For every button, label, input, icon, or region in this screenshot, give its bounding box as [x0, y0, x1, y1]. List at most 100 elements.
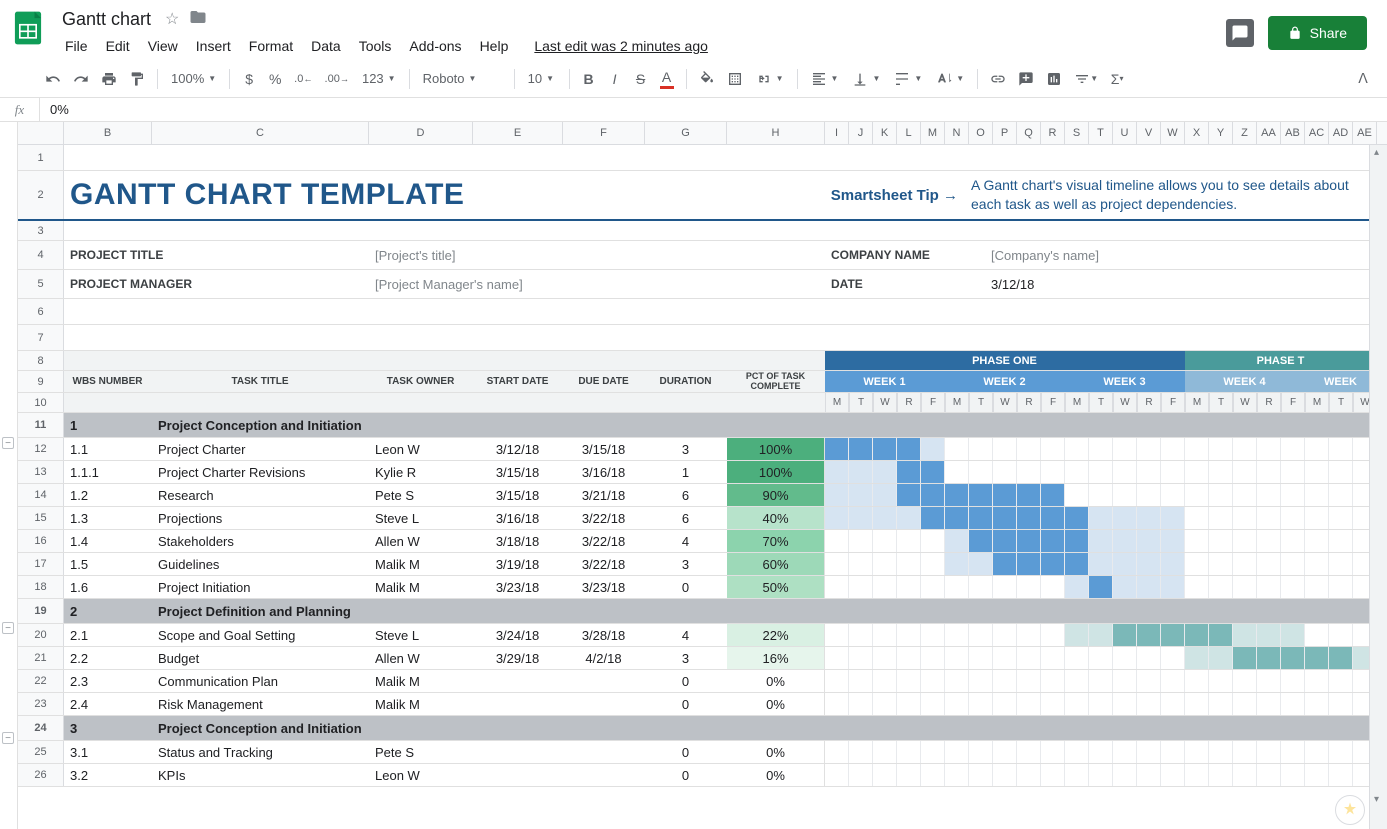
day-header[interactable]: M — [825, 393, 849, 412]
day-header[interactable]: T — [849, 393, 873, 412]
section-num[interactable]: 3 — [64, 716, 152, 740]
gantt-cell[interactable] — [945, 670, 969, 692]
gantt-cell[interactable] — [945, 693, 969, 715]
hdr-wbs[interactable]: WBS NUMBER — [64, 371, 152, 392]
gantt-cell[interactable] — [921, 624, 945, 646]
gantt-cell[interactable] — [1233, 461, 1257, 483]
day-header[interactable]: M — [945, 393, 969, 412]
gantt-cell[interactable] — [969, 670, 993, 692]
gantt-cell[interactable] — [1041, 461, 1065, 483]
wbs[interactable]: 1.5 — [64, 553, 152, 575]
gantt-cell[interactable] — [1329, 693, 1353, 715]
gantt-cell[interactable] — [1329, 507, 1353, 529]
gantt-cell[interactable] — [1305, 484, 1329, 506]
gantt-cell[interactable] — [1281, 647, 1305, 669]
gantt-cell[interactable] — [1161, 530, 1185, 552]
menu-format[interactable]: Format — [242, 34, 300, 58]
task-owner[interactable]: Leon W — [369, 764, 473, 786]
col-header-D[interactable]: D — [369, 122, 473, 144]
collapse-group-1[interactable]: − — [2, 437, 14, 449]
increase-decimal-button[interactable]: .00→ — [320, 69, 354, 89]
gantt-cell[interactable] — [1233, 530, 1257, 552]
gantt-cell[interactable] — [1233, 647, 1257, 669]
gantt-cell[interactable] — [1305, 438, 1329, 460]
tip-text-cell[interactable]: A Gantt chart's visual timeline allows y… — [965, 171, 1377, 219]
menu-file[interactable]: File — [58, 34, 95, 58]
gantt-cell[interactable] — [1305, 741, 1329, 763]
gantt-cell[interactable] — [1329, 484, 1353, 506]
col-header-AA[interactable]: AA — [1257, 122, 1281, 144]
percent-button[interactable]: % — [263, 67, 287, 91]
gantt-cell[interactable] — [1041, 484, 1065, 506]
gantt-cell[interactable] — [1281, 670, 1305, 692]
project-title-value[interactable]: [Project's title] — [369, 241, 825, 269]
task-title[interactable]: Status and Tracking — [152, 741, 369, 763]
gantt-cell[interactable] — [1041, 553, 1065, 575]
hdr-pct[interactable]: PCT OF TASK COMPLETE — [727, 371, 825, 392]
gantt-cell[interactable] — [1185, 764, 1209, 786]
gantt-cell[interactable] — [1017, 461, 1041, 483]
task-title[interactable]: Research — [152, 484, 369, 506]
gantt-cell[interactable] — [825, 576, 849, 598]
gantt-cell[interactable] — [825, 484, 849, 506]
gantt-cell[interactable] — [1113, 438, 1137, 460]
gantt-cell[interactable] — [1089, 647, 1113, 669]
gantt-cell[interactable] — [1017, 576, 1041, 598]
due-date[interactable] — [563, 741, 645, 763]
gantt-cell[interactable] — [1041, 438, 1065, 460]
gantt-cell[interactable] — [1329, 553, 1353, 575]
gantt-cell[interactable] — [1137, 624, 1161, 646]
bold-button[interactable]: B — [577, 67, 601, 91]
gantt-cell[interactable] — [1161, 693, 1185, 715]
gantt-cell[interactable] — [1329, 670, 1353, 692]
gantt-cell[interactable] — [1137, 484, 1161, 506]
gantt-cell[interactable] — [1209, 484, 1233, 506]
gantt-cell[interactable] — [921, 461, 945, 483]
gantt-cell[interactable] — [1113, 576, 1137, 598]
gantt-cell[interactable] — [1233, 624, 1257, 646]
fill-color-button[interactable] — [694, 67, 720, 91]
sheets-app-icon[interactable] — [8, 8, 48, 48]
col-header-S[interactable]: S — [1065, 122, 1089, 144]
gantt-cell[interactable] — [897, 741, 921, 763]
gantt-cell[interactable] — [921, 764, 945, 786]
col-header-U[interactable]: U — [1113, 122, 1137, 144]
gantt-cell[interactable] — [1209, 461, 1233, 483]
duration[interactable]: 0 — [645, 741, 727, 763]
wbs[interactable]: 1.1.1 — [64, 461, 152, 483]
fx-icon[interactable]: fx — [0, 98, 40, 121]
gantt-cell[interactable] — [1185, 484, 1209, 506]
gantt-cell[interactable] — [1113, 647, 1137, 669]
gantt-cell[interactable] — [945, 484, 969, 506]
gantt-cell[interactable] — [1185, 576, 1209, 598]
day-header[interactable]: R — [897, 393, 921, 412]
gantt-cell[interactable] — [849, 507, 873, 529]
start-date[interactable]: 3/15/18 — [473, 461, 563, 483]
due-date[interactable]: 3/28/18 — [563, 624, 645, 646]
gantt-cell[interactable] — [873, 438, 897, 460]
gantt-cell[interactable] — [1041, 576, 1065, 598]
gantt-cell[interactable] — [1089, 438, 1113, 460]
start-date[interactable]: 3/16/18 — [473, 507, 563, 529]
pct-complete[interactable]: 100% — [727, 438, 825, 460]
gantt-cell[interactable] — [873, 647, 897, 669]
day-header[interactable]: F — [1041, 393, 1065, 412]
gantt-cell[interactable] — [1305, 624, 1329, 646]
gantt-cell[interactable] — [897, 530, 921, 552]
gantt-cell[interactable] — [1017, 624, 1041, 646]
start-date[interactable]: 3/24/18 — [473, 624, 563, 646]
gantt-cell[interactable] — [1089, 693, 1113, 715]
hdr-start[interactable]: START DATE — [473, 371, 563, 392]
gantt-cell[interactable] — [945, 647, 969, 669]
pct-complete[interactable]: 22% — [727, 624, 825, 646]
gantt-cell[interactable] — [1233, 438, 1257, 460]
gantt-cell[interactable] — [1137, 507, 1161, 529]
pct-complete[interactable]: 0% — [727, 693, 825, 715]
row-header-21[interactable]: 21 — [18, 647, 64, 669]
start-date[interactable]: 3/29/18 — [473, 647, 563, 669]
gantt-cell[interactable] — [1329, 741, 1353, 763]
gantt-cell[interactable] — [993, 438, 1017, 460]
duration[interactable]: 4 — [645, 624, 727, 646]
task-owner[interactable]: Pete S — [369, 741, 473, 763]
gantt-cell[interactable] — [1161, 670, 1185, 692]
